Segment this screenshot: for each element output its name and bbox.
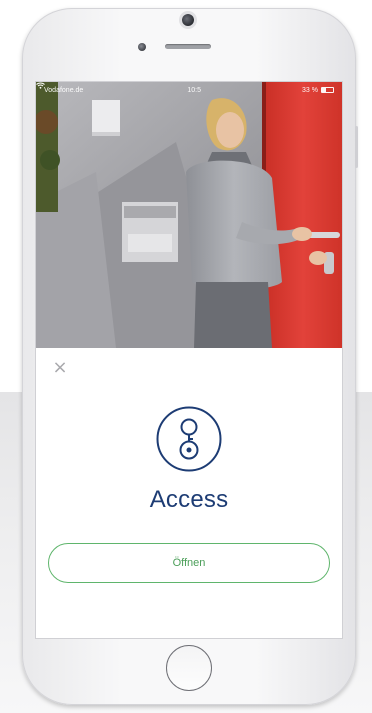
battery-percent: 33 % (302, 86, 318, 94)
door-photo-illustration (36, 82, 342, 348)
phone-frame: Vodafone.de 10:5 33 % × Access Öffnen (22, 8, 358, 705)
phone-screen: Vodafone.de 10:5 33 % × Access Öffnen (36, 82, 342, 638)
front-camera (138, 43, 146, 51)
carrier-name: Vodafone.de (44, 86, 84, 94)
key-icon (155, 405, 223, 473)
earpiece-speaker (165, 44, 211, 49)
open-button[interactable]: Öffnen (48, 543, 330, 583)
status-bar: Vodafone.de 10:5 33 % (36, 82, 342, 98)
status-time: 10:5 (187, 86, 201, 94)
side-button (355, 126, 358, 168)
door-photo: Vodafone.de 10:5 33 % (36, 82, 342, 348)
battery-icon (320, 87, 334, 93)
dialog-title: Access (149, 486, 229, 513)
home-button[interactable] (166, 645, 212, 691)
close-button[interactable]: × (50, 358, 70, 378)
top-camera (182, 14, 194, 26)
battery-fill (321, 88, 326, 92)
